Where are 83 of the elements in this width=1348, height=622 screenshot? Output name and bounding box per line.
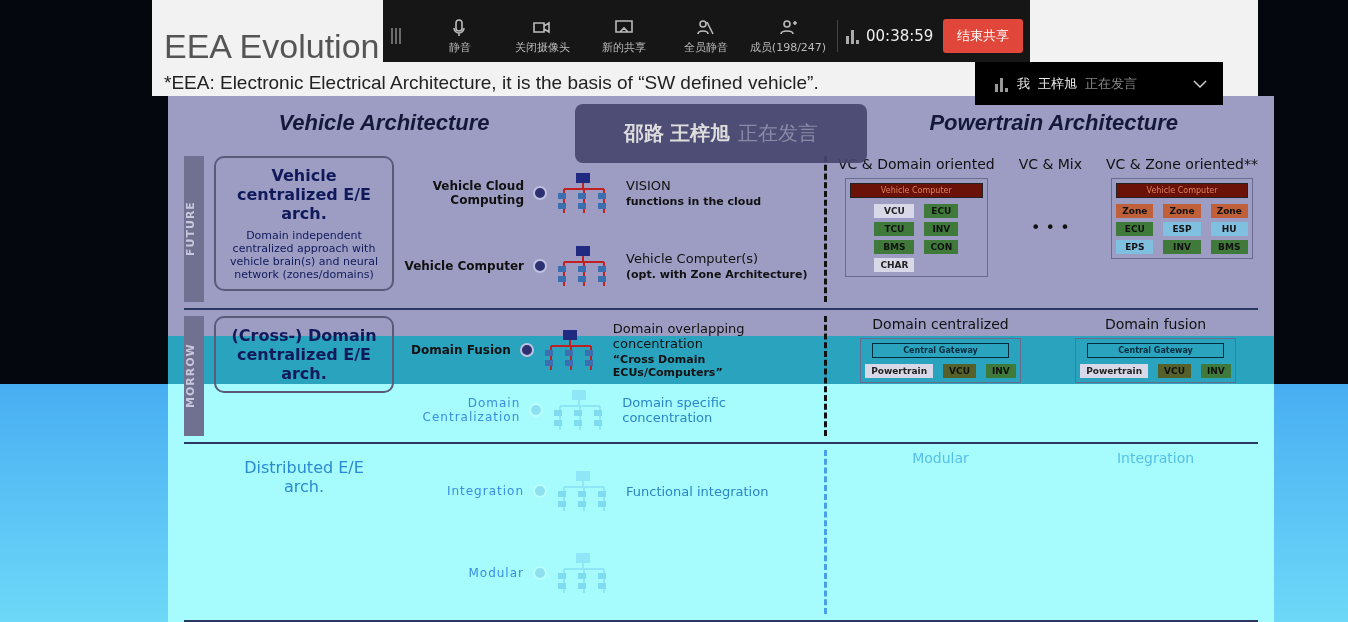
speaking-status: 正在发言 xyxy=(738,120,819,147)
step-label: Integration xyxy=(445,484,524,498)
ecu-box: VCU xyxy=(943,364,976,378)
toolbar-button[interactable]: 静音 xyxy=(419,17,501,55)
ecu-box: INV xyxy=(1201,364,1231,378)
speaker-name: 王梓旭 xyxy=(1038,74,1077,93)
ecu-box: HU xyxy=(1210,222,1248,236)
ecu-box: VCU xyxy=(1158,364,1191,378)
vehicle-computer-bar: Vehicle Computer xyxy=(849,183,983,198)
gateway-bar: Central Gateway xyxy=(1087,343,1224,358)
signal-bars-icon xyxy=(995,75,1009,92)
timeline-node-icon xyxy=(532,184,548,201)
ecu-box: TCU xyxy=(874,222,915,236)
signal-bars-icon xyxy=(846,28,860,44)
people-muted-icon xyxy=(697,17,715,36)
variant-title: Domain fusion xyxy=(1104,316,1207,332)
chevron-down-icon[interactable] xyxy=(1193,79,1207,88)
variant-title: VC & Mix xyxy=(1018,156,1083,172)
ecu-box: Zone xyxy=(1210,204,1248,218)
ecu-box: CON xyxy=(924,240,959,254)
ecu-box: Powertrain xyxy=(865,364,934,378)
screen-share-icon xyxy=(615,17,633,36)
ecu-box: Zone xyxy=(1163,204,1201,218)
drag-handle-icon[interactable] xyxy=(391,27,401,45)
card-title: (Cross-) Domain centralized E/E arch. xyxy=(230,326,378,383)
step-label: Domain Centralization xyxy=(421,395,521,424)
card-title: Vehicle centralized E/E arch. xyxy=(236,166,372,223)
ellipsis: • • • xyxy=(1031,218,1070,237)
self-label: 我 xyxy=(1017,74,1030,93)
section-heading: Powertrain Architecture xyxy=(929,110,1178,136)
timeline-tag: FUTURE xyxy=(184,156,204,302)
person-add-icon xyxy=(779,17,797,36)
ecu-box: ESP xyxy=(1163,222,1201,236)
variant-title: Domain centralized xyxy=(872,316,1009,332)
timeline-tag: MORROW xyxy=(184,316,204,436)
ecu-box: Powertrain xyxy=(1080,364,1149,378)
timeline-node-icon xyxy=(532,257,548,274)
ecu-box: BMS xyxy=(874,240,915,254)
step-note: functions in the cloud xyxy=(626,194,762,208)
step-label: Domain Fusion xyxy=(410,342,511,357)
ecu-box: INV xyxy=(986,364,1016,378)
meeting-timer: 00:38:59 xyxy=(866,27,934,45)
timeline-node-icon xyxy=(532,483,548,499)
ecu-box: CHAR xyxy=(874,258,915,272)
toolbar-button[interactable]: 关闭摄像头 xyxy=(501,17,583,55)
ecu-box: VCU xyxy=(874,204,915,218)
step-note: (opt. with Zone Architecture) xyxy=(626,267,808,281)
section-heading: Vehicle Architecture xyxy=(278,110,490,136)
timeline-node-icon xyxy=(528,401,545,418)
toolbar-button[interactable]: 新的共享 xyxy=(583,17,665,55)
slide-subtitle: *EEA: Electronic Electrical Architecture, it is the basis of “SW defined vehicle”. xyxy=(164,72,819,94)
step-note: “Cross Domain ECUs/Computers” xyxy=(612,352,724,379)
toolbar-button[interactable]: 成员(198/247) xyxy=(747,17,829,55)
variant-title: Integration xyxy=(1116,450,1195,466)
step-label: Vehicle Cloud Computing xyxy=(431,178,524,207)
ecu-box: ECU xyxy=(1116,222,1154,236)
step-title: Domain overlapping concentration xyxy=(612,320,746,351)
vehicle-computer-bar: Vehicle Computer xyxy=(1115,183,1249,198)
speaking-status: 正在发言 xyxy=(1085,74,1137,93)
card-title: Distributed E/E arch. xyxy=(243,458,365,496)
gateway-bar: Central Gateway xyxy=(872,343,1009,358)
ecu-box: EPS xyxy=(1116,240,1154,254)
variant-title: Modular xyxy=(912,450,969,466)
ecu-box: INV xyxy=(1163,240,1201,254)
step-label: Vehicle Computer xyxy=(404,258,524,273)
ecu-box: BMS xyxy=(1210,240,1248,254)
variant-title: VC & Zone oriented** xyxy=(1106,156,1258,172)
end-share-button[interactable]: 结束共享 xyxy=(943,19,1024,53)
step-title: VISION xyxy=(626,177,672,193)
toolbar-button[interactable]: 全员静音 xyxy=(665,17,747,55)
ecu-box: INV xyxy=(924,222,959,236)
ecu-box: ECU xyxy=(924,204,959,218)
speaker-names: 邵路 王梓旭 xyxy=(623,120,731,147)
step-title: Vehicle Computer(s) xyxy=(626,250,760,266)
slide-title: EEA Evolution xyxy=(164,26,380,67)
variant-title: VC & Domain oriented xyxy=(838,156,995,172)
step-title: Domain specific concentration xyxy=(622,394,727,425)
card-text: Domain independent centralized approach with vehicle brain(s) and neural network (zones/domains) xyxy=(229,229,379,281)
timeline-node-icon xyxy=(518,341,535,358)
step-label: Modular xyxy=(467,566,524,580)
timeline-node-icon xyxy=(532,565,548,581)
step-title: Functional integration xyxy=(626,483,769,499)
ecu-box: Zone xyxy=(1116,204,1154,218)
